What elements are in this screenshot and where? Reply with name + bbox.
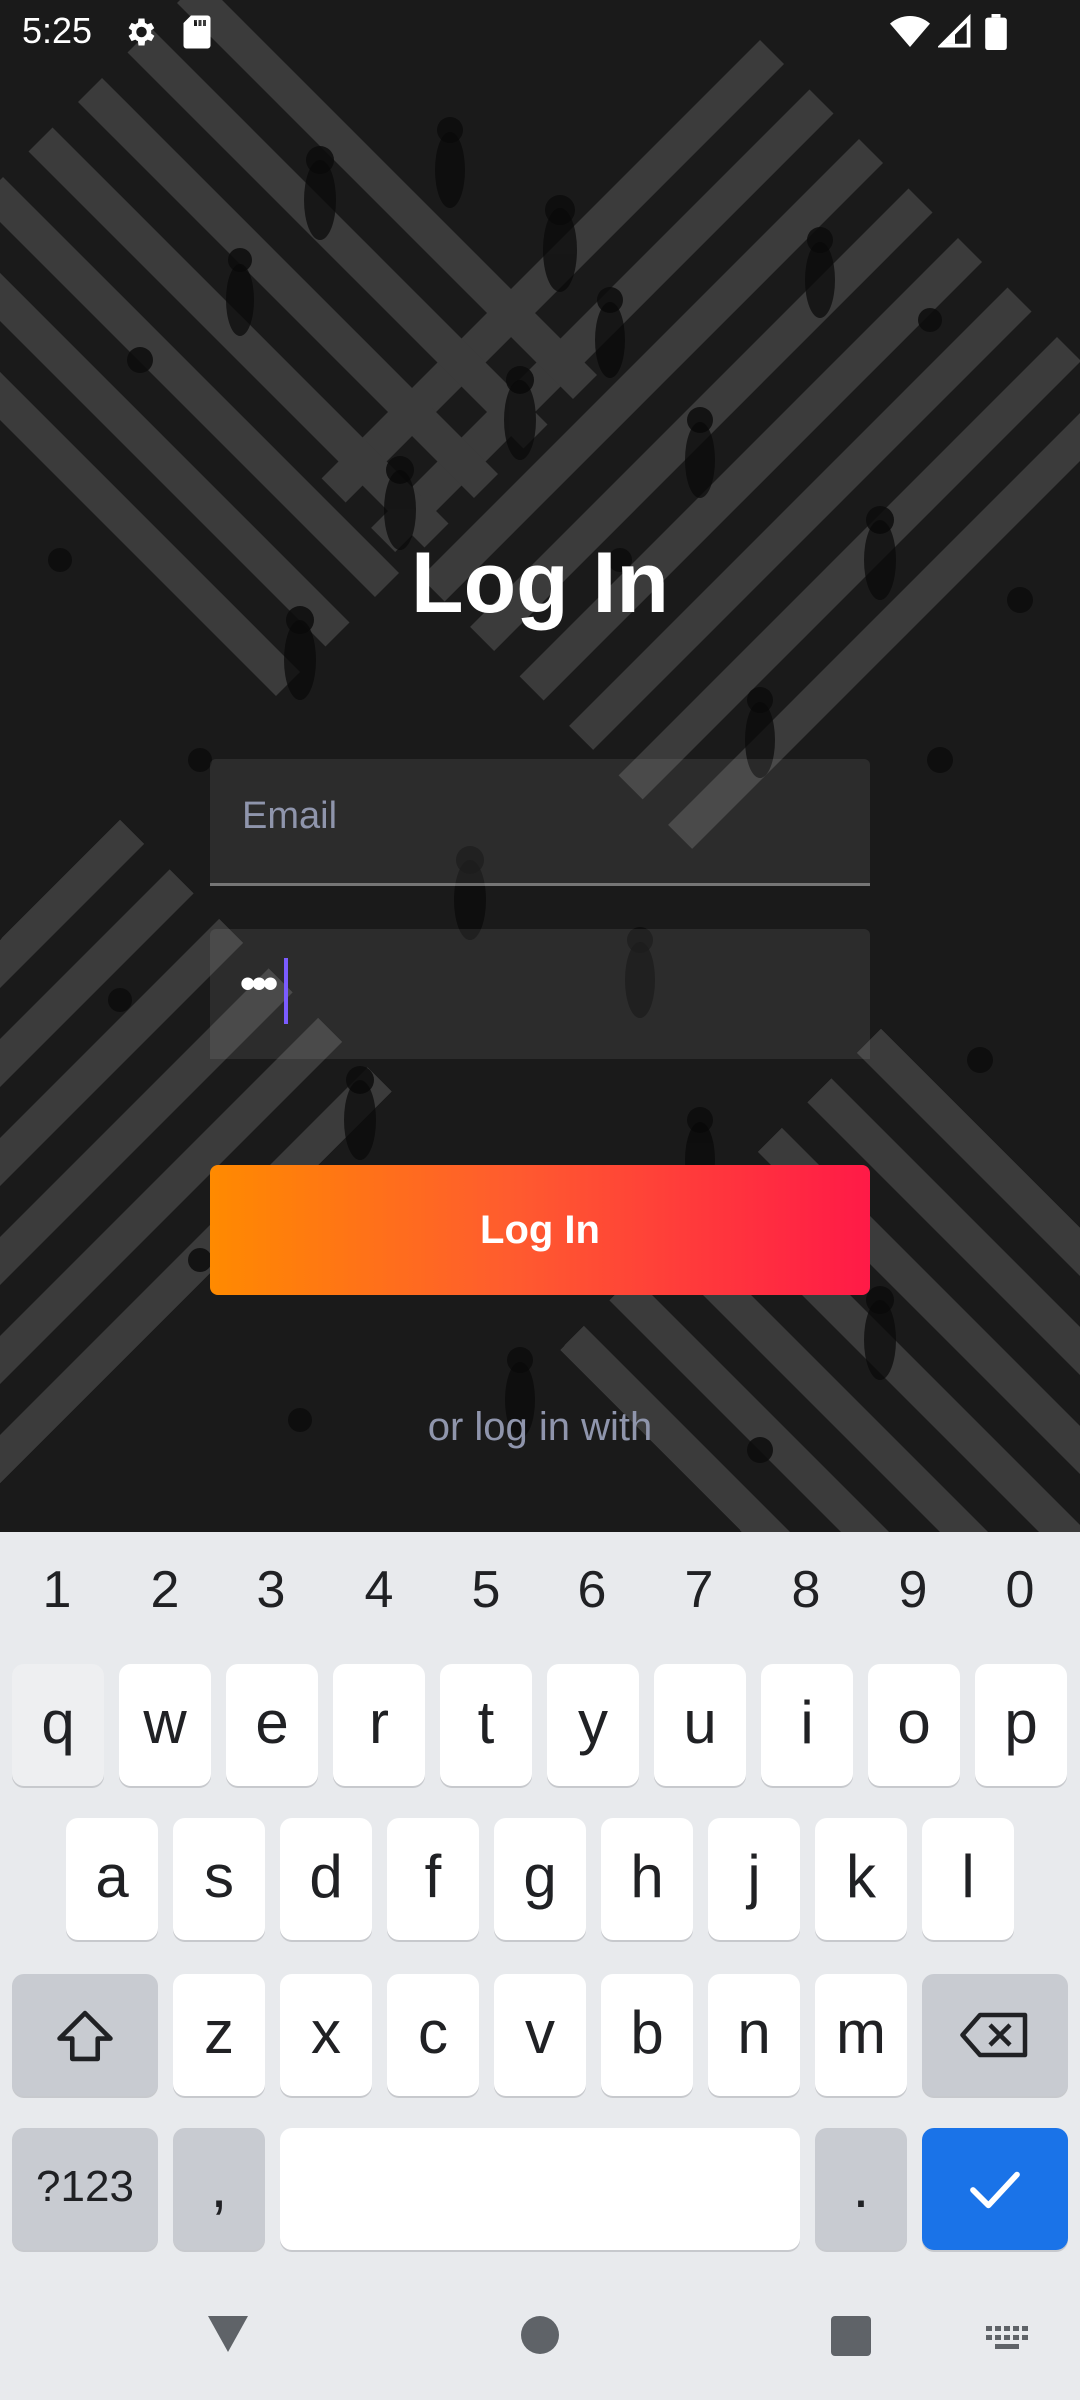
status-time: 5:25 [22, 10, 93, 51]
key-v[interactable]: v [494, 1974, 586, 2096]
key-y[interactable]: y [547, 1664, 639, 1786]
key-j[interactable]: j [708, 1818, 800, 1940]
key-i[interactable]: i [761, 1664, 853, 1786]
key-z[interactable]: z [173, 1974, 265, 2096]
backspace-key[interactable] [922, 1974, 1068, 2096]
battery-icon [985, 14, 1007, 55]
key-3[interactable]: 3 [221, 1560, 321, 1620]
key-r[interactable]: r [333, 1664, 425, 1786]
key-a[interactable]: a [66, 1818, 158, 1940]
key-g[interactable]: g [494, 1818, 586, 1940]
shift-icon [54, 2010, 116, 2077]
symbols-key[interactable]: ?123 [12, 2128, 158, 2250]
checkmark-icon [967, 2158, 1023, 2225]
text-caret [284, 958, 288, 1024]
gear-icon [122, 14, 158, 55]
home-circle-icon[interactable] [521, 2316, 559, 2359]
key-4[interactable]: 4 [329, 1560, 429, 1620]
key-5[interactable]: 5 [436, 1560, 536, 1620]
backspace-icon [960, 2006, 1030, 2073]
period-key[interactable]: . [815, 2128, 907, 2250]
recents-square-icon[interactable] [831, 2316, 871, 2361]
page-title: Log In [411, 535, 669, 631]
key-k[interactable]: k [815, 1818, 907, 1940]
alt-login-label: or log in with [427, 1405, 653, 1449]
enter-key[interactable] [922, 2128, 1068, 2250]
key-n[interactable]: n [708, 1974, 800, 2096]
key-w[interactable]: w [119, 1664, 211, 1786]
key-q[interactable]: q [12, 1664, 104, 1786]
status-bar: 5:25 [0, 0, 1080, 64]
space-key[interactable] [280, 2128, 800, 2250]
key-8[interactable]: 8 [756, 1560, 856, 1620]
key-0[interactable]: 0 [970, 1560, 1070, 1620]
key-2[interactable]: 2 [115, 1560, 215, 1620]
key-b[interactable]: b [601, 1974, 693, 2096]
key-f[interactable]: f [387, 1818, 479, 1940]
navigation-bar [0, 2270, 1080, 2400]
key-1[interactable]: 1 [7, 1560, 107, 1620]
key-9[interactable]: 9 [863, 1560, 963, 1620]
key-e[interactable]: e [226, 1664, 318, 1786]
sd-card-icon [182, 14, 212, 55]
key-m[interactable]: m [815, 1974, 907, 2096]
key-x[interactable]: x [280, 1974, 372, 2096]
email-field[interactable]: Email [210, 759, 870, 886]
key-p[interactable]: p [975, 1664, 1067, 1786]
password-field[interactable]: ••• [210, 929, 870, 1059]
key-7[interactable]: 7 [649, 1560, 749, 1620]
signal-icon [936, 13, 972, 55]
wifi-icon [890, 14, 930, 55]
key-o[interactable]: o [868, 1664, 960, 1786]
keyboard-switch-icon[interactable] [986, 2326, 1028, 2355]
key-s[interactable]: s [173, 1818, 265, 1940]
email-placeholder: Email [242, 795, 338, 837]
password-value: ••• [240, 959, 278, 1008]
login-button[interactable]: Log In [210, 1165, 870, 1295]
shift-key[interactable] [12, 1974, 158, 2096]
key-t[interactable]: t [440, 1664, 532, 1786]
key-u[interactable]: u [654, 1664, 746, 1786]
key-c[interactable]: c [387, 1974, 479, 2096]
key-6[interactable]: 6 [542, 1560, 642, 1620]
comma-key[interactable]: , [173, 2128, 265, 2250]
key-h[interactable]: h [601, 1818, 693, 1940]
back-triangle-icon[interactable] [206, 2314, 250, 2359]
key-d[interactable]: d [280, 1818, 372, 1940]
key-l[interactable]: l [922, 1818, 1014, 1940]
